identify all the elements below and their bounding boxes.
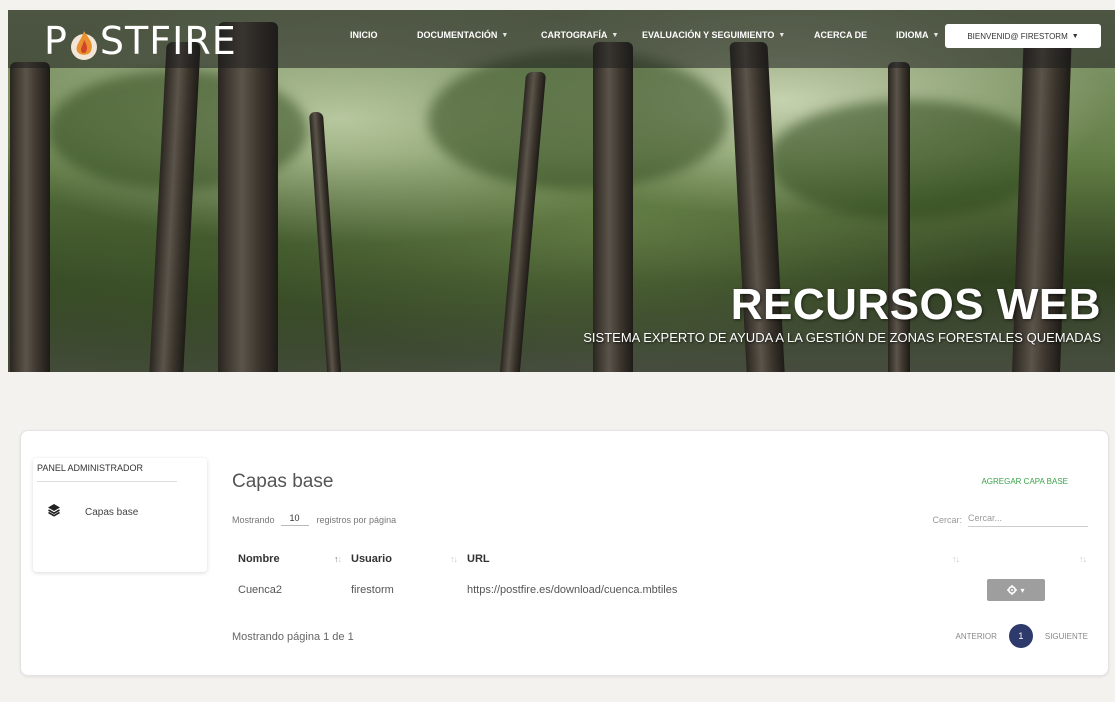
logo-text-suffix: STFIRE [99,19,237,63]
table-row: Cuenca2 firestorm https://postfire.es/do… [232,573,1090,607]
add-base-layer-button[interactable]: Agregar capa base [981,477,1068,486]
search-input[interactable] [968,513,1088,527]
caret-down-icon: ▼ [611,31,619,39]
page-length-control: Mostrando 10 registros por página [232,513,396,526]
hero-subtitle: SISTEMA EXPERTO DE AYUDA A LA GESTIÓN DE… [583,330,1101,345]
layers-icon [47,503,61,522]
column-header-usuario[interactable]: Usuario ↑↓ [345,545,461,573]
nav-label: Idioma [896,30,929,40]
sort-icon: ↑↓ [334,554,342,564]
postfire-logo[interactable]: P STFIRE [44,19,237,63]
column-label: Nombre [238,553,280,565]
tree-trunk [10,62,50,372]
sort-icon: ↑↓ [952,554,960,564]
pagination-info: Mostrando página 1 de 1 [232,631,354,643]
nav-documentacion[interactable]: Documentación ▼ [417,30,541,40]
nav-evaluacion[interactable]: Evaluación y seguimiento ▼ [642,30,814,40]
sidebar-title: Panel administrador [37,463,177,482]
nav-cartografia[interactable]: Cartografía ▼ [541,30,642,40]
admin-panel-card: Panel administrador Capas base Capas bas… [20,430,1109,676]
caret-down-icon: ▼ [932,31,940,39]
tree-trunk [308,112,342,372]
pagination: Anterior 1 Siguiente [956,624,1088,648]
nav-label: Cartografía [541,30,608,40]
user-menu-label: Bienvenid@ firestorm [967,31,1068,41]
page-1-button[interactable]: 1 [1008,624,1033,648]
cell-url: https://postfire.es/download/cuenca.mbti… [467,584,678,596]
main-nav: Inicio Documentación ▼ Cartografía ▼ Eva… [350,30,956,40]
column-label: URL [467,553,490,565]
sidebar-item-label: Capas base [85,507,139,518]
nav-acerca-de[interactable]: Acerca de [814,30,896,40]
gear-icon [1007,585,1018,595]
caret-down-icon: ▼ [501,31,509,39]
flame-icon [69,26,99,60]
cell-usuario: firestorm [351,584,394,596]
search-label: Cercar: [932,515,962,525]
caret-down-icon: ▾ [1020,585,1025,595]
table-header-row: Nombre ↑↓ Usuario ↑↓ URL ↑↓ ↑↓ [232,545,1090,573]
top-navbar: P STFIRE Inicio Documentación ▼ Cartogra… [8,10,1115,68]
column-header-url[interactable]: URL ↑↓ [461,545,963,573]
sidebar-item-capas-base[interactable]: Capas base [47,503,138,522]
tree-trunk [593,42,633,372]
cell-actions: ▾ [963,573,1090,607]
column-header-nombre[interactable]: Nombre ↑↓ [232,545,345,573]
sort-icon: ↑↓ [450,554,458,564]
cell-nombre: Cuenca2 [238,584,283,596]
logo-text-prefix: P [44,19,68,63]
base-layers-table: Nombre ↑↓ Usuario ↑↓ URL ↑↓ ↑↓ Cuenca2 f… [232,545,1090,607]
tree-trunk [218,22,278,372]
caret-down-icon: ▼ [778,31,786,39]
sort-icon: ↑↓ [1079,554,1087,564]
hero-banner: P STFIRE Inicio Documentación ▼ Cartogra… [8,10,1115,372]
column-label: Usuario [351,553,392,565]
nav-inicio[interactable]: Inicio [350,30,417,40]
nav-label: Evaluación y seguimiento [642,30,775,40]
section-title: Capas base [232,471,334,492]
user-menu-button[interactable]: Bienvenid@ firestorm ▼ [945,24,1101,48]
caret-down-icon: ▼ [1071,32,1079,40]
column-header-actions[interactable]: ↑↓ [963,545,1090,573]
prev-page-button[interactable]: Anterior [956,632,997,641]
nav-label: Acerca de [814,30,868,40]
showing-label: Mostrando [232,514,275,525]
foliage [428,50,728,190]
nav-label: Inicio [350,30,378,40]
per-page-label: registros por página [316,514,397,525]
nav-label: Documentación [417,30,498,40]
hero-title: RECURSOS WEB [730,280,1101,329]
next-page-button[interactable]: Siguiente [1045,632,1088,641]
row-actions-button[interactable]: ▾ [987,579,1045,601]
page-length-select[interactable]: 10 [280,513,309,526]
search-control: Cercar: [932,513,1088,527]
